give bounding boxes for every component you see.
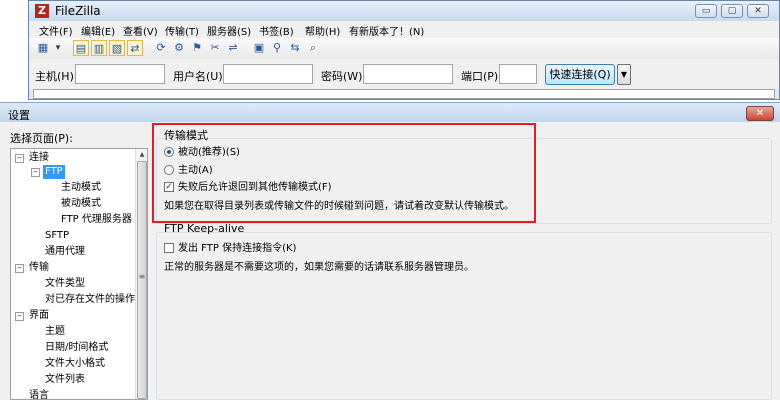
- collapse-icon[interactable]: −: [31, 168, 40, 177]
- sync-browse-icon[interactable]: ⇆: [287, 40, 303, 56]
- directory-listing-icon[interactable]: ▣: [251, 40, 267, 56]
- host-label: 主机(H):: [35, 70, 78, 83]
- host-input[interactable]: [75, 64, 165, 84]
- menu-file[interactable]: 文件(F): [39, 23, 73, 38]
- menu-bar: 文件(F) 编辑(E) 查看(V) 传输(T) 服务器(S) 书签(B) 帮助(…: [29, 21, 779, 38]
- collapse-icon[interactable]: −: [15, 154, 24, 163]
- toggle-log-icon[interactable]: ▤: [73, 40, 89, 56]
- process-queue-icon[interactable]: ⚙: [171, 40, 187, 56]
- quickconnect-button[interactable]: 快速连接(Q): [545, 64, 615, 85]
- window-title: FileZilla: [55, 4, 101, 18]
- refresh-icon[interactable]: ⟳: [153, 40, 169, 56]
- scroll-thumb[interactable]: ≡: [137, 161, 147, 399]
- toggle-queue-icon[interactable]: ⇄: [127, 40, 143, 56]
- settings-page-tree: − 连接 − FTP 主动模式 被动模式 FTP 代理服务器 SFTP 通用代理…: [10, 148, 148, 400]
- disconnect-icon[interactable]: ✂: [207, 40, 223, 56]
- collapse-icon[interactable]: −: [15, 312, 24, 321]
- title-bar[interactable]: Z FileZilla ▭ ▢ ✕: [29, 1, 779, 21]
- menu-server[interactable]: 服务器(S): [207, 23, 251, 38]
- menu-transfer[interactable]: 传输(T): [165, 23, 199, 38]
- filezilla-logo-icon: Z: [35, 4, 49, 18]
- maximize-button[interactable]: ▢: [721, 4, 743, 18]
- tree-scrollbar[interactable]: ▲ ≡: [135, 149, 147, 399]
- keepalive-hint: 正常的服务器是不需要这项的，如果您需要的话请联系服务器管理员。: [164, 262, 474, 273]
- port-input[interactable]: [499, 64, 537, 84]
- password-label: 密码(W):: [321, 70, 367, 83]
- menu-help[interactable]: 帮助(H): [305, 23, 340, 38]
- keepalive-group: [156, 232, 772, 400]
- select-page-label: 选择页面(P):: [10, 132, 73, 145]
- cancel-icon[interactable]: ⚑: [189, 40, 205, 56]
- dropdown-icon[interactable]: ▾: [53, 40, 63, 56]
- close-window-button[interactable]: ✕: [747, 4, 769, 18]
- collapse-icon[interactable]: −: [15, 264, 24, 273]
- filezilla-window: Z FileZilla ▭ ▢ ✕ 文件(F) 编辑(E) 查看(V) 传输(T…: [28, 0, 780, 100]
- highlight-annotation: [152, 123, 536, 223]
- search-icon[interactable]: ⌕: [305, 40, 321, 56]
- menu-view[interactable]: 查看(V): [123, 23, 158, 38]
- username-input[interactable]: [223, 64, 313, 84]
- password-input[interactable]: [363, 64, 453, 84]
- menu-edit[interactable]: 编辑(E): [81, 23, 115, 38]
- dialog-close-button[interactable]: ✕: [746, 106, 774, 121]
- keepalive-title: FTP Keep-alive: [164, 222, 245, 235]
- checkbox-unchecked-icon[interactable]: [164, 243, 174, 253]
- quickconnect-bar: 主机(H): 用户名(U): 密码(W): 端口(P): 快速连接(Q) ▼: [29, 59, 779, 89]
- toggle-remote-tree-icon[interactable]: ▧: [109, 40, 125, 56]
- dialog-title: 设置: [8, 109, 30, 122]
- quickconnect-dropdown-icon[interactable]: ▼: [617, 64, 631, 85]
- toggle-local-tree-icon[interactable]: ▥: [91, 40, 107, 56]
- toolbar: ▦ ▾ ▤ ▥ ▧ ⇄ ⟳ ⚙ ⚑ ✂ ⇌ ▣ ⚲ ⇆ ⌕: [29, 38, 779, 60]
- menu-bookmarks[interactable]: 书签(B): [259, 23, 294, 38]
- message-log[interactable]: [33, 89, 775, 99]
- menu-new-version[interactable]: 有新版本了！(N): [349, 23, 424, 38]
- scroll-up-icon[interactable]: ▲: [136, 149, 147, 161]
- reconnect-icon[interactable]: ⇌: [225, 40, 241, 56]
- keepalive-checkbox[interactable]: 发出 FTP 保持连接指令(K): [164, 242, 364, 256]
- filter-icon[interactable]: ⚲: [269, 40, 285, 56]
- username-label: 用户名(U):: [173, 70, 227, 83]
- site-manager-icon[interactable]: ▦: [35, 40, 51, 56]
- minimize-button[interactable]: ▭: [695, 4, 717, 18]
- port-label: 端口(P):: [461, 70, 502, 83]
- dialog-title-bar[interactable]: 设置 ✕: [0, 102, 780, 122]
